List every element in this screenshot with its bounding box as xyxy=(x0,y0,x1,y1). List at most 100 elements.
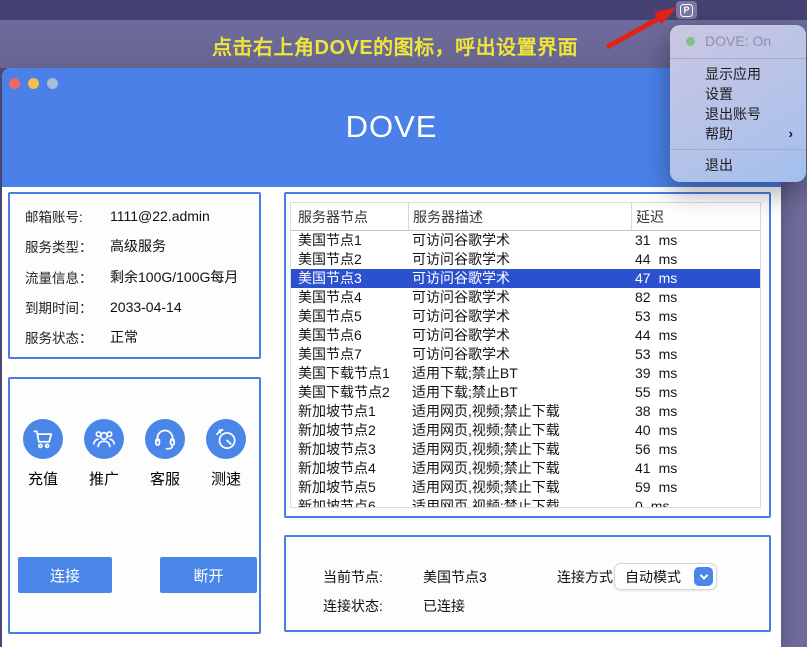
server-desc-cell: 适用网页,视频;禁止下载 xyxy=(408,421,631,440)
column-header: 服务器描述 xyxy=(408,203,631,230)
server-node-cell: 新加坡节点5 xyxy=(291,478,408,497)
account-info-row: 邮箱账号:1111@22.admin xyxy=(25,205,259,227)
conn-mode-select[interactable]: 自动模式 xyxy=(615,564,716,589)
latency-unit: ms xyxy=(651,498,670,508)
server-row[interactable]: 美国节点1可访问谷歌学术31ms xyxy=(291,231,760,250)
server-desc-cell: 适用网页,视频;禁止下载 xyxy=(408,402,631,421)
connect-button[interactable]: 连接 xyxy=(18,557,112,593)
server-row[interactable]: 新加坡节点6适用网页,视频;禁止下载0ms xyxy=(291,497,760,508)
server-latency-cell: 39ms xyxy=(631,364,760,383)
conn-status-row: 连接状态: 已连接 xyxy=(286,595,769,617)
minimize-window-button[interactable] xyxy=(28,78,39,89)
select-chevron-button[interactable] xyxy=(694,567,713,586)
current-node-label: 当前节点: xyxy=(323,567,383,587)
server-latency-cell: 53ms xyxy=(631,307,760,326)
window-title: DOVE xyxy=(2,109,781,145)
cart-icon xyxy=(23,419,63,459)
server-node-cell: 新加坡节点2 xyxy=(291,421,408,440)
disconnect-button[interactable]: 断开 xyxy=(160,557,257,593)
action-测速[interactable]: 测速 xyxy=(201,419,251,489)
server-row[interactable]: 新加坡节点4适用网页,视频;禁止下载41ms xyxy=(291,459,760,478)
conn-status-value: 已连接 xyxy=(423,596,465,616)
annotation-text: 点击右上角DOVE的图标，呼出设置界面 xyxy=(212,31,578,60)
menu-divider xyxy=(670,149,806,150)
server-row[interactable]: 美国节点7可访问谷歌学术53ms xyxy=(291,345,760,364)
server-desc-cell: 可访问谷歌学术 xyxy=(408,326,631,345)
action-推广[interactable]: 推广 xyxy=(79,419,129,489)
server-table: 服务器节点服务器描述延迟 美国节点1可访问谷歌学术31ms美国节点2可访问谷歌学… xyxy=(290,202,761,508)
server-latency-cell: 55ms xyxy=(631,383,760,402)
server-desc-cell: 可访问谷歌学术 xyxy=(408,269,631,288)
menu-item-显示应用[interactable]: 显示应用 xyxy=(670,64,806,84)
server-desc-cell: 适用网页,视频;禁止下载 xyxy=(408,440,631,459)
action-客服[interactable]: 客服 xyxy=(140,419,190,489)
server-latency-cell: 59ms xyxy=(631,478,760,497)
server-row[interactable]: 新加坡节点3适用网页,视频;禁止下载56ms xyxy=(291,440,760,459)
action-label: 推广 xyxy=(89,468,119,489)
column-header: 延迟 xyxy=(631,203,760,230)
server-row[interactable]: 美国节点5可访问谷歌学术53ms xyxy=(291,307,760,326)
current-node-value: 美国节点3 xyxy=(423,567,487,587)
traffic-lights xyxy=(9,78,58,89)
stopwatch-icon xyxy=(206,419,246,459)
server-row[interactable]: 美国节点4可访问谷歌学术82ms xyxy=(291,288,760,307)
close-window-button[interactable] xyxy=(9,78,20,89)
latency-unit: ms xyxy=(659,422,678,438)
action-label: 客服 xyxy=(150,468,180,489)
latency-unit: ms xyxy=(659,289,678,305)
latency-unit: ms xyxy=(659,479,678,495)
server-desc-cell: 适用网页,视频;禁止下载 xyxy=(408,478,631,497)
menu-item-退出账号[interactable]: 退出账号 xyxy=(670,104,806,124)
action-充值[interactable]: 充值 xyxy=(18,419,68,489)
tray-status-label: DOVE: On xyxy=(705,33,771,49)
menu-item-帮助[interactable]: 帮助› xyxy=(670,124,806,144)
account-info-label: 到期时间： xyxy=(25,297,97,317)
latency-unit: ms xyxy=(659,251,678,267)
server-latency-cell: 31ms xyxy=(631,231,760,250)
server-desc-cell: 可访问谷歌学术 xyxy=(408,250,631,269)
server-desc-cell: 适用下载;禁止BT xyxy=(408,383,631,402)
menu-item-设置[interactable]: 设置 xyxy=(670,84,806,104)
server-row[interactable]: 美国节点6可访问谷歌学术44ms xyxy=(291,326,760,345)
zoom-window-button[interactable] xyxy=(47,78,58,89)
server-latency-cell: 40ms xyxy=(631,421,760,440)
server-latency-cell: 56ms xyxy=(631,440,760,459)
latency-unit: ms xyxy=(659,270,678,286)
actions-panel: 充值推广 客服测速 连接 断开 xyxy=(8,377,261,634)
account-info-row: 流量信息：剩余100G/100G每月 xyxy=(25,266,259,288)
server-row[interactable]: 美国节点3可访问谷歌学术47ms xyxy=(291,269,760,288)
account-info-row: 到期时间：2033-04-14 xyxy=(25,296,259,318)
latency-unit: ms xyxy=(659,384,678,400)
server-node-cell: 美国下载节点2 xyxy=(291,383,408,402)
server-desc-cell: 可访问谷歌学术 xyxy=(408,288,631,307)
server-latency-cell: 0ms xyxy=(631,497,760,508)
server-row[interactable]: 新加坡节点1适用网页,视频;禁止下载38ms xyxy=(291,402,760,421)
server-desc-cell: 可访问谷歌学术 xyxy=(408,345,631,364)
latency-unit: ms xyxy=(659,232,678,248)
server-desc-cell: 可访问谷歌学术 xyxy=(408,231,631,250)
server-node-cell: 美国节点3 xyxy=(291,269,408,288)
account-info-row: 服务类型：高级服务 xyxy=(25,235,259,257)
server-row[interactable]: 美国下载节点1适用下载;禁止BT39ms xyxy=(291,364,760,383)
chevron-down-icon xyxy=(699,571,707,579)
server-table-header: 服务器节点服务器描述延迟 xyxy=(291,203,760,231)
server-latency-cell: 53ms xyxy=(631,345,760,364)
server-node-cell: 新加坡节点4 xyxy=(291,459,408,478)
conn-mode-value: 自动模式 xyxy=(625,567,681,587)
menu-item-退出[interactable]: 退出 xyxy=(670,155,806,175)
account-info-value: 正常 xyxy=(110,327,138,347)
server-latency-cell: 44ms xyxy=(631,250,760,269)
server-row[interactable]: 美国节点2可访问谷歌学术44ms xyxy=(291,250,760,269)
account-info-value: 剩余100G/100G每月 xyxy=(110,267,238,287)
server-node-cell: 新加坡节点6 xyxy=(291,497,408,508)
window-header: DOVE xyxy=(2,68,781,187)
column-header: 服务器节点 xyxy=(291,207,408,227)
server-latency-cell: 44ms xyxy=(631,326,760,345)
latency-unit: ms xyxy=(659,327,678,343)
server-row[interactable]: 新加坡节点5适用网页,视频;禁止下载59ms xyxy=(291,478,760,497)
server-row[interactable]: 美国下载节点2适用下载;禁止BT55ms xyxy=(291,383,760,402)
account-info-value: 高级服务 xyxy=(110,236,166,256)
server-latency-cell: 41ms xyxy=(631,459,760,478)
server-row[interactable]: 新加坡节点2适用网页,视频;禁止下载40ms xyxy=(291,421,760,440)
latency-unit: ms xyxy=(659,346,678,362)
